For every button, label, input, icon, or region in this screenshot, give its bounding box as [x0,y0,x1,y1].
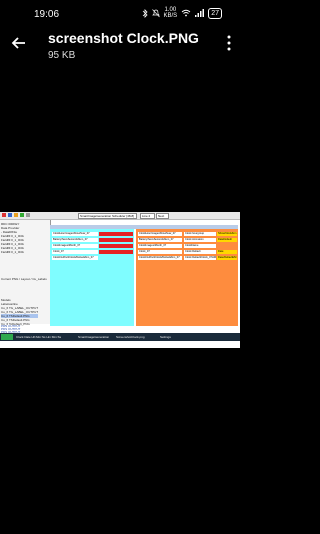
panel-line: Fieldfill 0_1_0Clk [1,250,24,254]
orange-value[interactable]: ClockName [184,244,216,248]
more-vert-icon[interactable] [226,34,232,52]
yellow-value[interactable]: Date/DefaultHM [217,256,237,260]
speed-unit: KB/S [163,13,178,19]
app-toolbar: SmartImageGeneration Scheduler [48-8] Li… [0,212,240,220]
yellow-value[interactable]: Show/Clock/Hm [217,232,237,236]
taskbar: Clock Date Hh:Mm:Ss Hm:Mm:Ss SmartImageG… [0,333,240,341]
app-header: screenshot Clock.PNG 95 KB [0,28,240,68]
red-bar [99,232,133,236]
orange-row[interactable]: Clock_07 [138,250,182,254]
battery-indicator: 27 [208,7,222,19]
panel-lines: RDC 000KEY Data Provider - DataDfFile Fi… [1,222,24,254]
toolbar-box-3[interactable]: Next [156,213,169,219]
red-bar [99,244,133,248]
model-tree: Models Labelsonline Cu_6 TG_LABEL_OUTPUT… [1,298,39,326]
arrow-left-icon[interactable] [10,34,28,52]
toolbar-icon-orange[interactable] [14,213,18,217]
panel-caption: Current PNG / Layout / Cu_Labels [1,277,47,281]
cyan-row[interactable]: ClockHourImagesShowNuw_07 [52,232,98,236]
taskbar-item[interactable]: Clock Date Hh:Mm:Ss Hm:Mm:Ss [16,335,61,339]
taskbar-item[interactable]: ScreenshotClock.png [116,335,145,339]
orange-row[interactable]: ClockHourImagesShowNuw_07 [138,232,182,236]
file-title: screenshot Clock.PNG [48,30,199,46]
yellow-value[interactable]: Date [217,250,237,254]
toolbar-box-2[interactable]: Line 2 [140,213,155,219]
bluetooth-icon [142,8,148,18]
yellow-value[interactable]: DateDefault [217,238,237,242]
toolbar-icon-gray[interactable] [26,213,30,217]
taskbar-item[interactable]: SmartImageGeneration [78,335,109,339]
cyan-row[interactable]: Battery/SecsSecondsNum_07 [52,238,98,242]
taskbar-item[interactable]: Settings [160,335,171,339]
status-bar: 19:06 1.00 KB/S 27 [0,0,240,28]
orange-row[interactable]: Battery/SecsSecondsNum_07 [138,238,182,242]
cyan-row[interactable]: Clock_07 [52,250,98,254]
file-size: 95 KB [48,50,76,61]
orange-value[interactable]: Clock Animation [184,238,216,242]
screenshot-image[interactable]: SmartImageGeneration Scheduler [48-8] Li… [0,212,240,348]
mute-icon [151,8,160,17]
orange-value[interactable]: Clock hourgroup [184,232,216,236]
toolbar-icon-green[interactable] [20,213,24,217]
toolbar-icon-red[interactable] [2,213,6,217]
toolbar-icon-blue[interactable] [8,213,12,217]
orange-value[interactable]: Clock Default/Clock_07HM [184,256,216,260]
toolbar-combo[interactable]: SmartImageGeneration Scheduler [48-8] [78,213,137,219]
network-speed: 1.00 KB/S [164,7,178,19]
orange-row[interactable]: ClockImages/Month_07 [138,244,182,248]
status-icons: 1.00 KB/S 27 [142,7,222,19]
wifi-icon [181,9,191,17]
red-bar [99,250,133,254]
cyan-row[interactable]: ClockImages/Month_07 [52,244,98,248]
orange-value[interactable]: Clock Default [184,250,216,254]
orange-row[interactable]: ClockOutPart/Clock/Default/Hm_07 [138,256,182,260]
status-time: 19:06 [34,9,60,20]
taskbar-start-button[interactable] [1,334,13,340]
cyan-row[interactable]: ClockOutPart/Clock/Default/Hm_07 [52,256,98,260]
left-panel: RDC 000KEY Data Provider - DataDfFile Fi… [0,220,51,326]
canvas-header-band [50,225,238,229]
signal-icon [195,9,205,17]
red-bar [99,238,133,242]
